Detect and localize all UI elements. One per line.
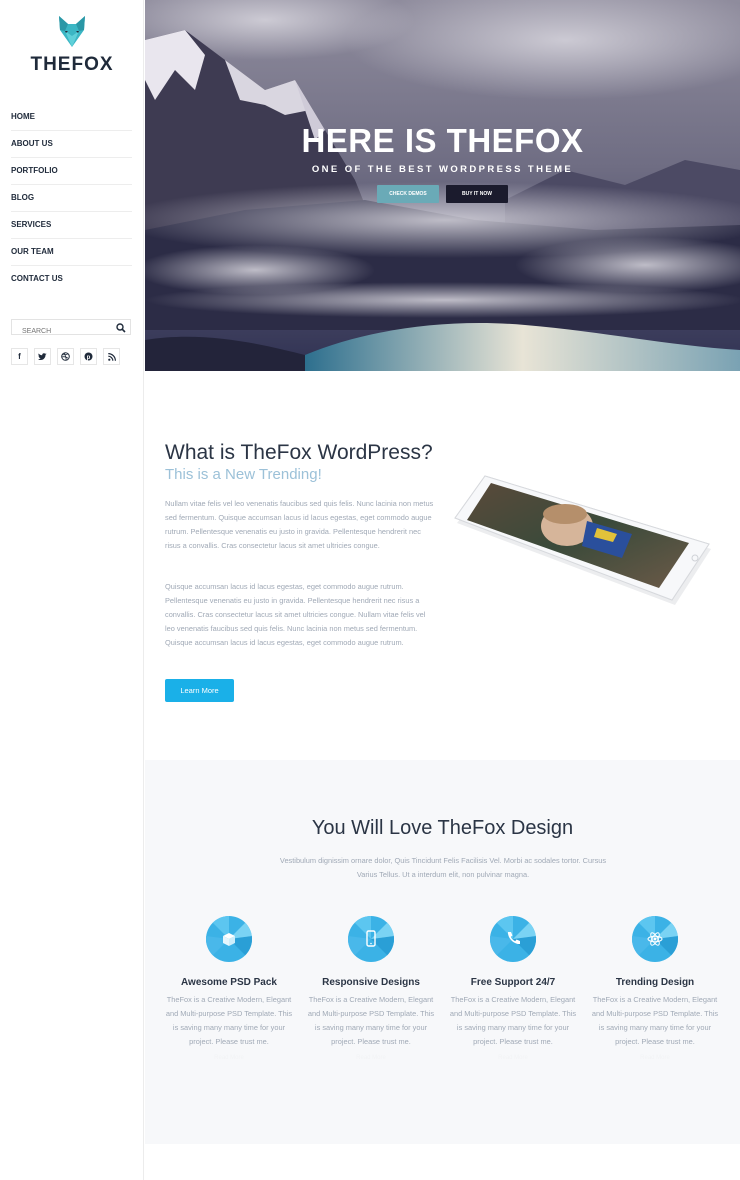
nav-item-our-team[interactable]: OUR TEAM [11,239,132,266]
feature-icon-circle [348,916,394,962]
nav-item-home[interactable]: HOME [11,104,132,131]
pinterest-icon[interactable]: p [80,348,97,365]
about-paragraph-2: Quisque accumsan lacus id lacus egestas,… [165,582,426,647]
feature-read-more-link[interactable]: Read More [164,1055,294,1061]
feature-card: Free Support 24/7 TheFox is a Creative M… [448,916,578,1061]
fox-logo-icon [59,16,85,47]
hero-banner: HERE IS THEFOX ONE OF THE BEST WORDPRESS… [145,0,740,371]
logo[interactable]: THEFOX [0,14,144,76]
search-icon[interactable] [115,321,127,333]
rss-icon[interactable] [103,348,120,365]
about-paragraph-1: Nullam vitae felis vel leo venenatis fau… [165,499,434,550]
tablet-image [454,475,711,605]
feature-title: Trending Design [615,977,695,988]
feature-icon-circle [490,916,536,962]
features-title: You Will Love TheFox Design [311,817,574,839]
feature-card: Trending Design TheFox is a Creative Mod… [590,916,720,1061]
logo-text: THEFOX [30,54,114,75]
nav-item-portfolio[interactable]: PORTFOLIO [11,158,132,185]
feature-card: Awesome PSD Pack TheFox is a Creative Mo… [164,916,294,1061]
feature-icon-circle [206,916,252,962]
feature-title: Responsive Designs [322,977,420,988]
feature-icon-circle [632,916,678,962]
dribbble-icon[interactable] [57,348,74,365]
features-description: Vestibulum dignissim ornare dolor, Quis … [279,856,607,879]
twitter-icon[interactable] [34,348,51,365]
feature-text: TheFox is a Creative Modern, Elegant and… [307,995,435,1046]
search-box [11,319,131,339]
main-nav: HOME ABOUT US PORTFOLIO BLOG SERVICES OU… [11,104,132,292]
nav-item-about-us[interactable]: ABOUT US [11,131,132,158]
sidebar: THEFOX HOME ABOUT US PORTFOLIO BLOG SERV… [0,0,144,1180]
feature-card: Responsive Designs TheFox is a Creative … [306,916,436,1061]
feature-title: Awesome PSD Pack [181,977,277,988]
social-links: f p [11,348,120,365]
svg-text:p: p [87,355,91,361]
nav-item-blog[interactable]: BLOG [11,185,132,212]
buy-it-now-button[interactable]: BUY IT NOW [446,185,508,203]
nav-item-contact-us[interactable]: CONTACT US [11,266,132,292]
feature-text: TheFox is a Creative Modern, Elegant and… [591,995,719,1046]
facebook-icon[interactable]: f [11,348,28,365]
feature-read-more-link[interactable]: Read More [448,1055,578,1061]
features-section: You Will Love TheFox Design Vestibulum d… [145,760,740,1144]
hero-background-image [145,0,740,371]
check-demos-button[interactable]: CHECK DEMOS [377,185,439,203]
about-subtitle: This is a New Trending! [165,466,322,483]
about-title: What is TheFox WordPress? [165,441,433,464]
search-input[interactable] [12,324,114,339]
feature-text: TheFox is a Creative Modern, Elegant and… [165,995,293,1046]
nav-item-services[interactable]: SERVICES [11,212,132,239]
feature-title: Free Support 24/7 [470,977,556,988]
feature-read-more-link[interactable]: Read More [590,1055,720,1061]
learn-more-button[interactable]: Learn More [165,679,234,702]
hero-subtitle: ONE OF THE BEST WORDPRESS THEME [311,164,574,175]
feature-read-more-link[interactable]: Read More [306,1055,436,1061]
feature-text: TheFox is a Creative Modern, Elegant and… [449,995,577,1046]
hero-title: HERE IS THEFOX [301,122,584,159]
